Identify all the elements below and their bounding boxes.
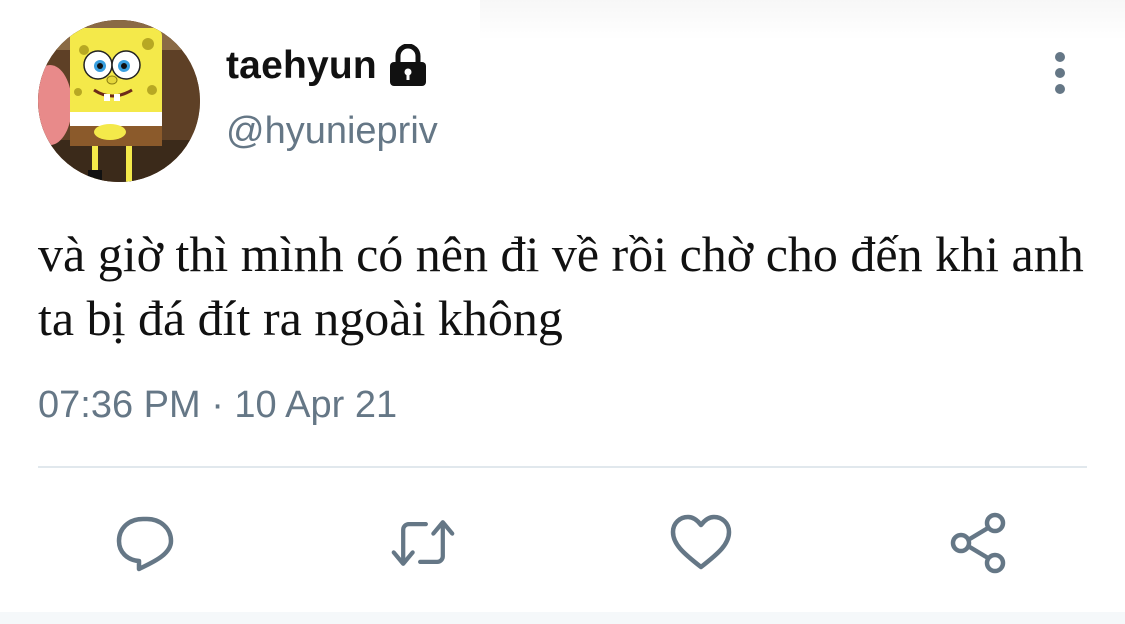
avatar[interactable] [38,20,200,182]
tweet-text: và giờ thì mình có nên đi về rồi chờ cho… [38,226,1084,346]
like-button[interactable] [668,510,734,576]
retweet-icon [391,520,455,566]
heart-icon [670,514,732,570]
share-icon [950,512,1006,574]
more-vertical-icon[interactable] [1040,50,1080,96]
tweet-timestamp[interactable]: 07:36 PM · 10 Apr 21 [38,384,397,427]
lock-icon [387,43,429,88]
share-button[interactable] [946,510,1012,576]
divider [38,466,1087,468]
reply-button[interactable] [112,510,178,576]
retweet-button[interactable] [390,510,456,576]
top-fade [480,0,1125,40]
bottom-strip [0,612,1125,624]
user-handle[interactable]: @hyuniepriv [226,110,438,153]
tweet-card: taehyun @hyuniepriv và giờ thì mình có n… [0,0,1125,624]
user-name-row: taehyun [226,38,429,94]
display-name[interactable]: taehyun [226,44,377,88]
spongebob-avatar-icon [38,20,200,182]
reply-icon [116,516,174,572]
